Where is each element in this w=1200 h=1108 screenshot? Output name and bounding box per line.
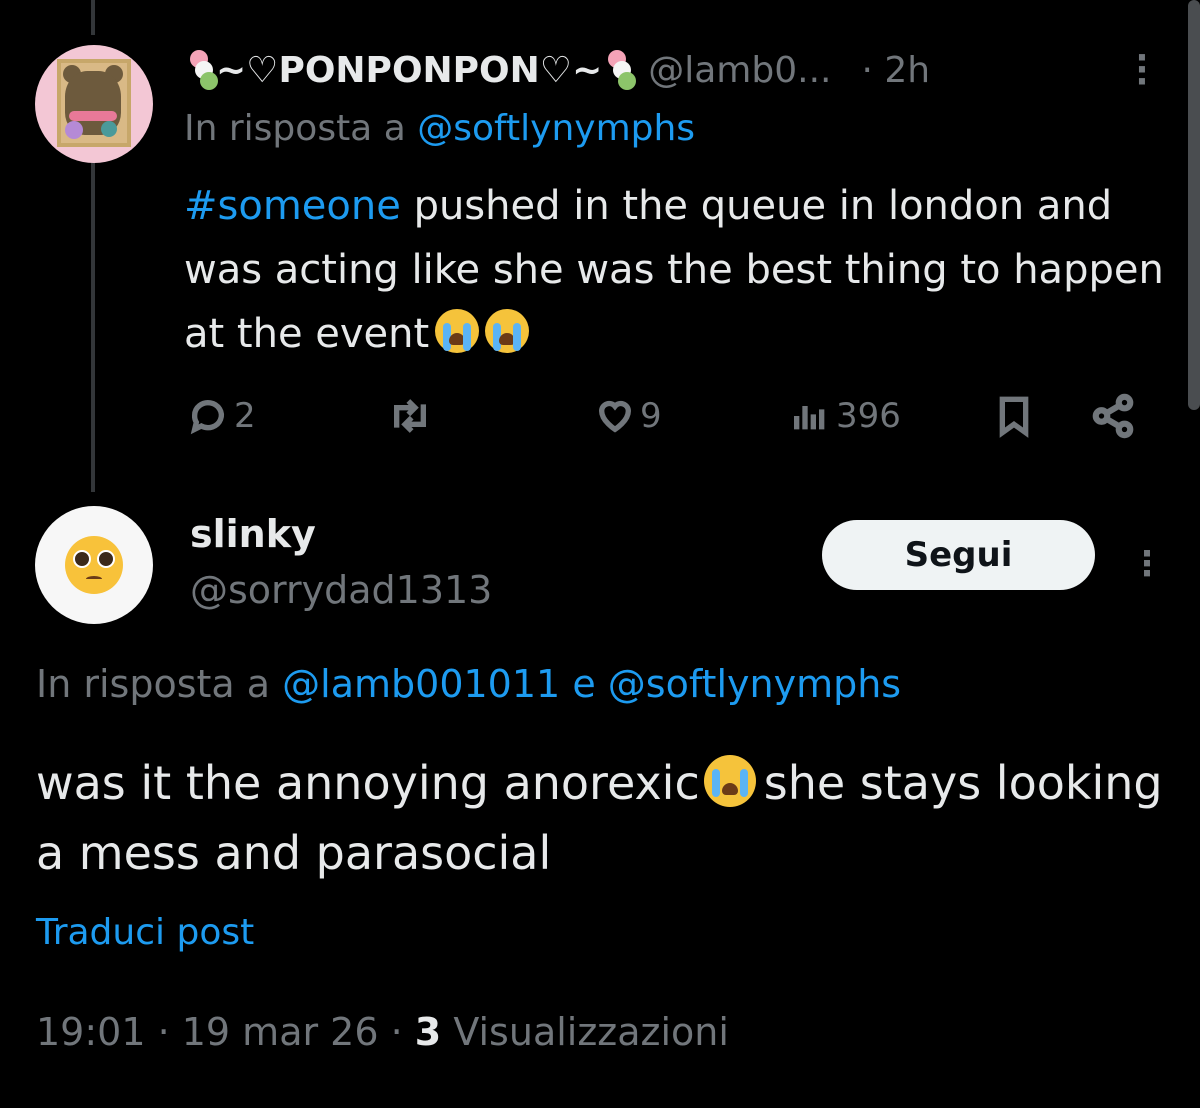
dango-emoji xyxy=(604,50,637,90)
thread-line xyxy=(91,0,95,35)
user-handle[interactable]: @lamb0... xyxy=(648,50,831,91)
like-icon xyxy=(598,400,632,433)
repost-button[interactable] xyxy=(388,388,432,444)
dango-emoji xyxy=(186,50,218,90)
bookmark-button[interactable] xyxy=(994,388,1034,444)
more-icon[interactable]: ⋮ xyxy=(1130,544,1164,584)
action-bar: 2 9 396 xyxy=(184,388,1144,444)
crying-emoji xyxy=(703,755,756,807)
views-button[interactable]: 396 xyxy=(790,388,901,444)
tweet-text: #someone pushed in the queue in london a… xyxy=(184,174,1174,366)
like-button[interactable]: 9 xyxy=(594,388,662,444)
like-count: 9 xyxy=(640,396,662,436)
reply-count: 2 xyxy=(234,396,256,436)
reply-icon xyxy=(190,400,224,435)
user-handle[interactable]: @sorrydad1313 xyxy=(190,568,492,612)
crying-emoji xyxy=(435,309,480,353)
repost-icon xyxy=(394,399,426,433)
thread-line xyxy=(91,162,95,492)
crying-emoji xyxy=(485,309,530,353)
mention-link[interactable]: @softlynymphs xyxy=(417,108,695,149)
more-icon[interactable]: · · · xyxy=(1130,41,1154,99)
view-count: 396 xyxy=(836,396,901,436)
reply-prefix: In risposta a xyxy=(36,662,271,706)
reply-join: e xyxy=(572,662,596,706)
scrollbar[interactable] xyxy=(1188,0,1200,410)
display-name[interactable]: ~♡PONPONPON♡~ xyxy=(216,50,602,91)
views-icon xyxy=(794,406,825,430)
translate-link[interactable]: Traduci post xyxy=(36,912,254,953)
views-label[interactable]: Visualizzazioni xyxy=(453,1010,729,1054)
timestamp[interactable]: · 2h xyxy=(861,50,930,91)
mention-link[interactable]: @softlynymphs xyxy=(608,662,901,706)
reply-button[interactable]: 2 xyxy=(188,388,256,444)
share-icon xyxy=(1092,393,1134,439)
tweet-text: was it the annoying anorexic she stays lo… xyxy=(36,748,1166,888)
view-count: 3 xyxy=(414,1010,442,1054)
hashtag-link[interactable]: #someone xyxy=(184,183,401,229)
reply-context: In risposta a @softlynymphs xyxy=(184,108,695,149)
reply-prefix: In risposta a xyxy=(184,108,406,149)
tweet-meta: 19:01 · 19 mar 26 · 3 Visualizzazioni xyxy=(36,1010,729,1054)
tweet-header: ~♡PONPONPON♡~ @lamb0... · 2h xyxy=(184,42,1144,98)
avatar[interactable] xyxy=(35,45,153,163)
follow-button[interactable]: Segui xyxy=(822,520,1095,590)
avatar[interactable] xyxy=(35,506,153,624)
reply-context: In risposta a @lamb001011 e @softlynymph… xyxy=(36,662,901,706)
share-button[interactable] xyxy=(1090,388,1136,444)
bookmark-icon xyxy=(999,396,1029,438)
tweet-body-part: was it the annoying anorexic xyxy=(36,756,700,810)
mention-link[interactable]: @lamb001011 xyxy=(282,662,560,706)
timestamp[interactable]: 19:01 · 19 mar 26 · xyxy=(36,1010,403,1054)
pleading-emoji xyxy=(65,536,123,594)
display-name[interactable]: slinky xyxy=(190,512,316,556)
